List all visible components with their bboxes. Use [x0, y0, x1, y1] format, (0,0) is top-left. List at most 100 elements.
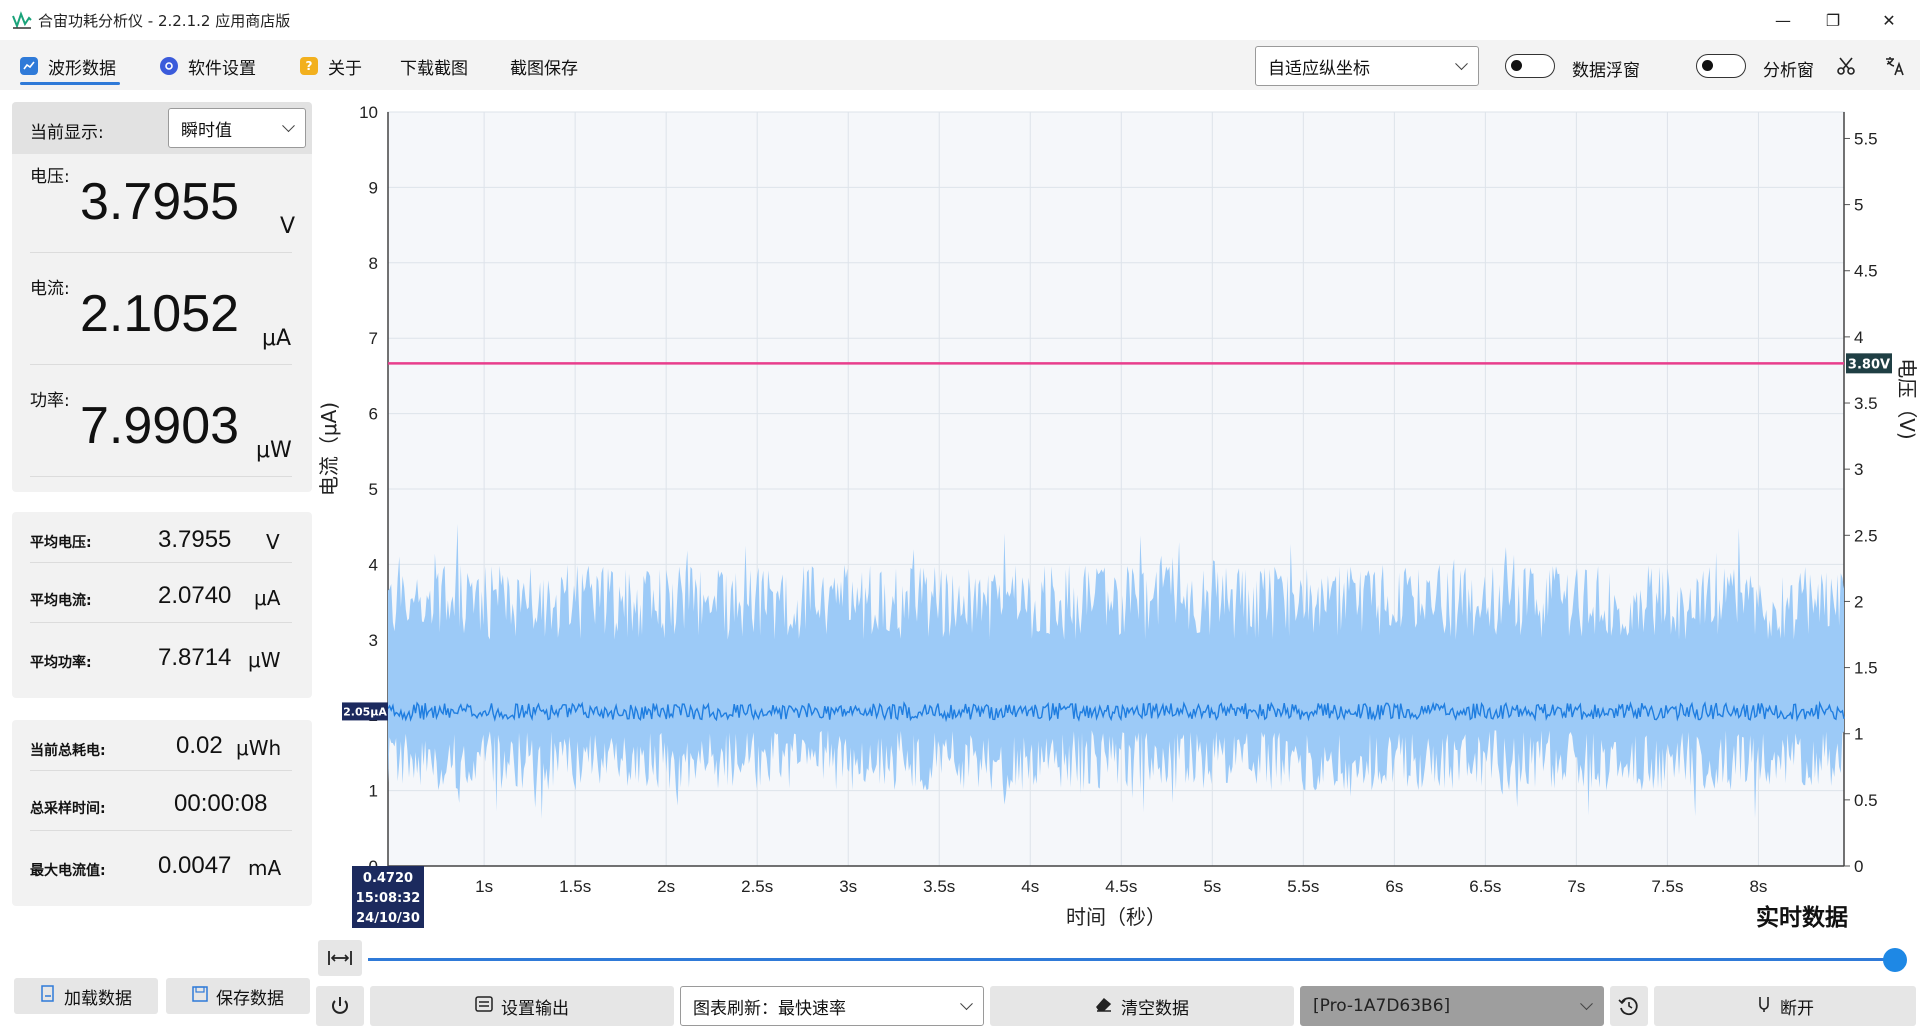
x-tick-label: 4s	[1021, 877, 1039, 896]
menu-waveform[interactable]: 波形数据	[20, 52, 116, 80]
timeline-slider-thumb[interactable]	[1883, 948, 1907, 972]
voltage-value: 3.7955	[80, 173, 240, 231]
chevron-down-icon	[960, 997, 973, 1011]
minimize-button[interactable]: —	[1760, 6, 1806, 34]
refresh-rate-value: 图表刷新：最快速率	[693, 998, 846, 1019]
power-button[interactable]	[316, 986, 364, 1026]
menu-about-label: 关于	[328, 58, 362, 79]
y-left-tick-label: 7	[369, 329, 378, 348]
save-data-button[interactable]: 保存数据	[166, 978, 310, 1014]
disconnect-label: 断开	[1780, 998, 1814, 1019]
timeline-slider-track[interactable]	[368, 958, 1896, 961]
history-button[interactable]	[1610, 986, 1648, 1026]
x-tick-label: 4.5s	[1105, 877, 1137, 896]
current-value: 2.1052	[80, 285, 240, 343]
fit-width-icon	[328, 951, 352, 965]
menu-about[interactable]: ? 关于	[300, 52, 362, 80]
voltage-label: 电压:	[30, 167, 70, 187]
y-left-tick-label: 6	[369, 405, 378, 424]
close-button[interactable]: ✕	[1866, 6, 1912, 34]
help-icon: ?	[300, 57, 318, 75]
avg-voltage-label: 平均电压:	[30, 535, 92, 551]
y-left-tick-label: 1	[369, 782, 378, 801]
divider	[30, 770, 292, 771]
avg-current-label: 平均电流:	[30, 593, 92, 609]
divider	[30, 364, 292, 365]
max-current-value: 0.0047	[158, 852, 232, 879]
maximize-button[interactable]: ❐	[1810, 6, 1856, 34]
translate-icon[interactable]	[1884, 56, 1906, 76]
data-float-toggle[interactable]	[1505, 54, 1555, 78]
max-current-label: 最大电流值:	[30, 863, 106, 879]
x-tick-label: 8s	[1749, 877, 1767, 896]
x-tick-label: 3s	[839, 877, 857, 896]
analysis-label: 分析窗	[1763, 61, 1814, 81]
y-left-tick-label: 3	[369, 631, 378, 650]
menu-download-screenshot[interactable]: 下载截图	[400, 52, 468, 80]
y-right-tick-label: 5.5	[1854, 129, 1878, 148]
fit-range-button[interactable]	[318, 940, 362, 976]
display-mode-select[interactable]: 瞬时值	[168, 108, 306, 148]
set-output-button[interactable]: 设置输出	[370, 986, 674, 1026]
y-right-tick-label: 0	[1854, 857, 1863, 876]
menu-settings-label: 软件设置	[188, 58, 256, 79]
menu-save-screenshot[interactable]: 截图保存	[510, 52, 578, 80]
refresh-rate-select[interactable]: 图表刷新：最快速率	[680, 986, 984, 1026]
y-right-tick-label: 3	[1854, 460, 1863, 479]
chevron-down-icon	[282, 119, 295, 133]
chart-svg[interactable]: 01234567891000.511.522.533.544.555.51s1.…	[316, 92, 1920, 942]
power-unit: μW	[256, 438, 292, 463]
eraser-icon	[1095, 996, 1113, 1016]
x-tick-label: 1.5s	[559, 877, 591, 896]
divider	[30, 830, 292, 831]
chevron-down-icon	[1580, 997, 1593, 1011]
waveform-chart[interactable]: 01234567891000.511.522.533.544.555.51s1.…	[316, 92, 1920, 942]
cursor-x-value: 0.4720	[363, 871, 413, 886]
current-label: 电流:	[30, 279, 70, 299]
analysis-toggle[interactable]	[1696, 54, 1746, 78]
disconnect-button[interactable]: 断开	[1654, 986, 1916, 1026]
device-value: [Pro-1A7D63B6]	[1313, 996, 1451, 1016]
y-right-tick-label: 1	[1854, 725, 1863, 744]
window-title: 合宙功耗分析仪 - 2.2.1.2 应用商店版	[38, 12, 291, 30]
load-data-label: 加载数据	[64, 988, 132, 1009]
total-energy-unit: μWh	[236, 736, 282, 760]
x-tick-label: 5.5s	[1287, 877, 1319, 896]
y-right-tick-label: 4.5	[1854, 262, 1878, 281]
menu-settings[interactable]: 软件设置	[160, 52, 256, 80]
display-mode-value: 瞬时值	[181, 120, 232, 141]
clear-data-button[interactable]: 清空数据	[990, 986, 1294, 1026]
total-energy-value: 0.02	[176, 732, 223, 759]
save-data-label: 保存数据	[216, 988, 284, 1009]
set-output-label: 设置输出	[501, 998, 569, 1019]
y-left-tick-label: 8	[369, 254, 378, 273]
y-left-tick-label: 9	[369, 178, 378, 197]
gear-icon	[160, 57, 178, 75]
x-tick-label: 6.5s	[1469, 877, 1501, 896]
disconnect-icon	[1756, 995, 1772, 1017]
total-time-label: 总采样时间:	[30, 801, 106, 817]
history-icon	[1618, 997, 1638, 1016]
x-tick-label: 7.5s	[1651, 877, 1683, 896]
current-marker-label: 2.05μA	[343, 705, 387, 718]
divider	[30, 622, 292, 623]
device-select[interactable]: [Pro-1A7D63B6]	[1300, 986, 1604, 1026]
data-float-label: 数据浮窗	[1572, 61, 1640, 81]
y-left-tick-label: 5	[369, 480, 378, 499]
avg-power-unit: μW	[248, 648, 281, 672]
y-left-tick-label: 4	[369, 555, 378, 574]
scissors-icon[interactable]	[1836, 56, 1856, 76]
maximize-icon: ❐	[1825, 10, 1841, 30]
title-bar: 合宙功耗分析仪 - 2.2.1.2 应用商店版 — ❐ ✕	[0, 0, 1920, 40]
axis-mode-select[interactable]: 自适应纵坐标	[1255, 46, 1479, 86]
power-icon	[332, 997, 348, 1014]
divider	[30, 252, 292, 253]
current-unit: μA	[262, 326, 292, 351]
x-tick-label: 7s	[1567, 877, 1585, 896]
load-data-button[interactable]: 加载数据	[14, 978, 158, 1014]
avg-current-unit: μA	[254, 586, 281, 610]
y-right-tick-label: 2.5	[1854, 526, 1878, 545]
divider	[30, 476, 292, 477]
active-tab-indicator	[20, 82, 120, 85]
x-tick-label: 6s	[1385, 877, 1403, 896]
